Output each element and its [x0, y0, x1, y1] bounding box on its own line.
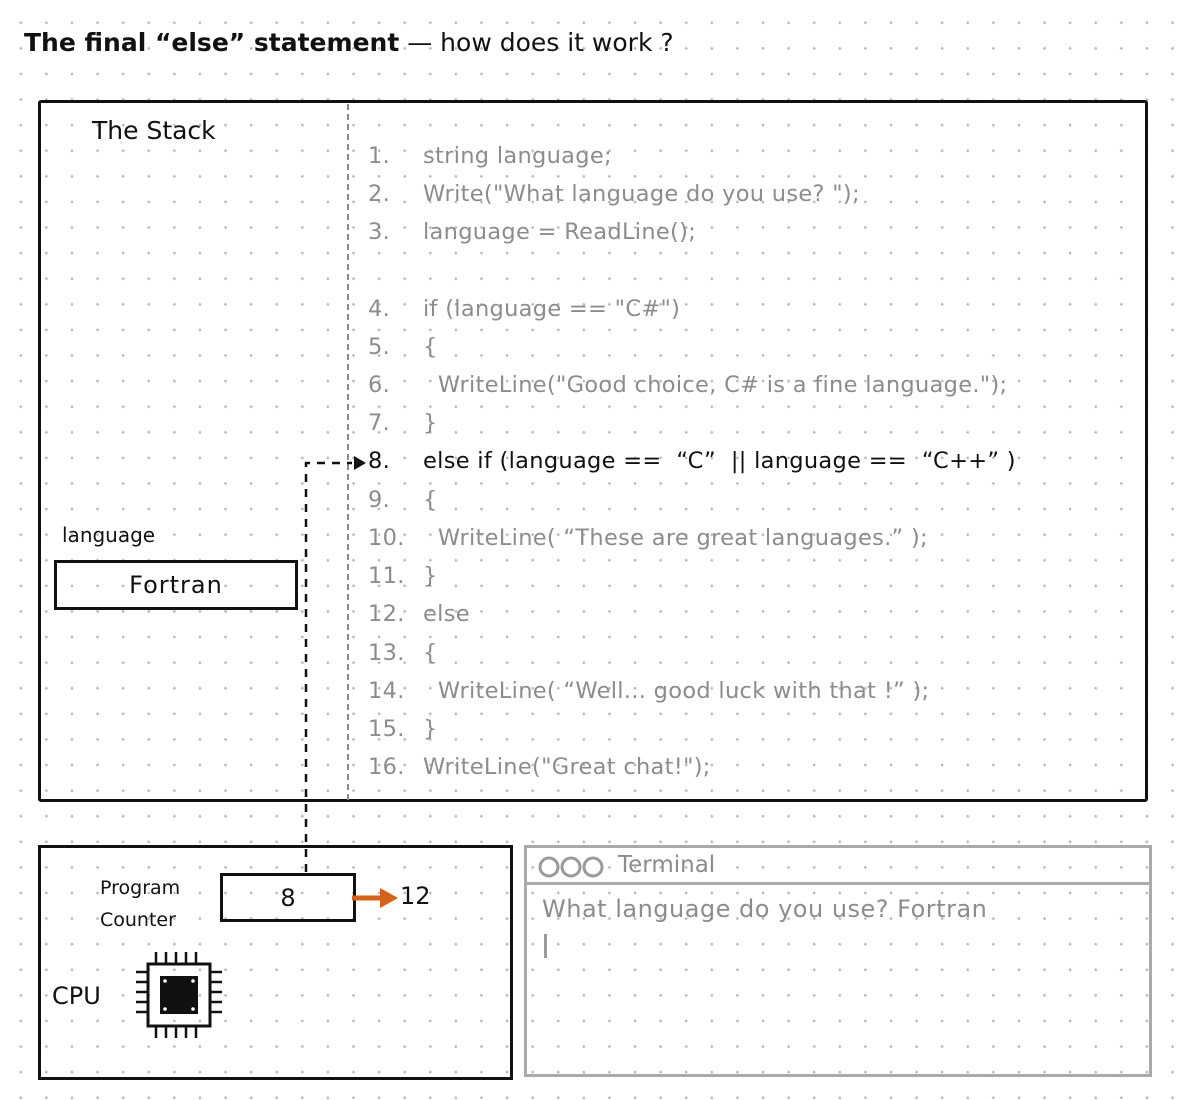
program-counter-pointer-line: [304, 461, 352, 872]
next-instruction-arrowhead-icon: [380, 888, 398, 908]
pointer-arrowhead-icon: [354, 456, 366, 470]
diagram-overlay: [136, 456, 398, 1038]
cpu-chip-icon: [136, 952, 222, 1038]
